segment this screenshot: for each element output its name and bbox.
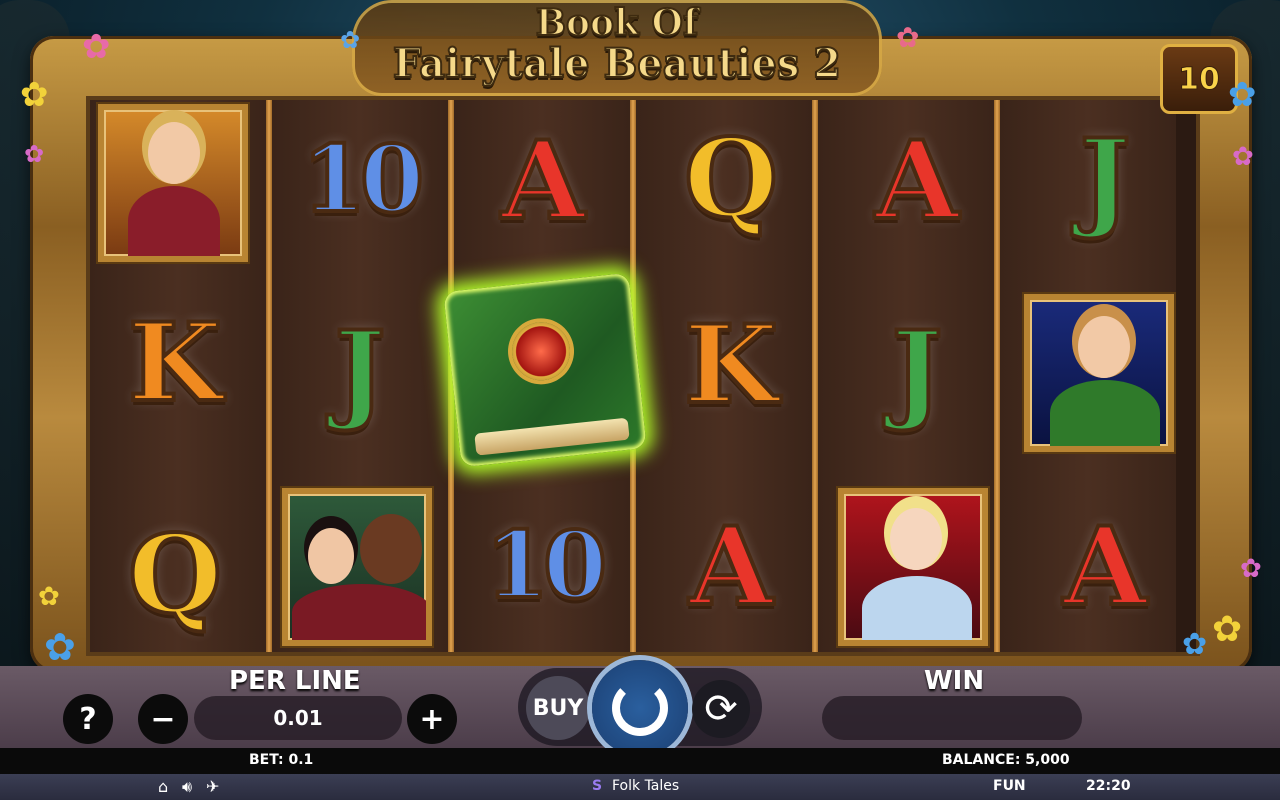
symbol-10: 10 [483, 511, 609, 619]
clock: 22:20 [1086, 778, 1131, 794]
per-line-value: 0.01 [194, 696, 402, 740]
symbol-portrait-cinderella [838, 488, 988, 646]
book-emblem [509, 319, 573, 384]
flower-icon: ✿ [44, 625, 76, 669]
symbol-K: K [126, 300, 224, 426]
decrease-bet-button[interactable]: − [138, 694, 188, 744]
flower-icon: ✿ [340, 26, 361, 54]
symbol-portrait-green-dress [1024, 294, 1174, 452]
symbol-book-scatter [443, 272, 647, 468]
flower-icon: ✿ [38, 582, 60, 612]
balance-readout: BALANCE: 5,000 [942, 752, 1070, 768]
title-line-2: Fairytale Beauties 2 [392, 39, 842, 88]
symbol-A: A [1061, 504, 1149, 630]
symbol-K: K [682, 302, 780, 428]
flower-icon: ✿ [1228, 75, 1257, 115]
symbol-J: J [889, 308, 944, 434]
symbol-A: A [687, 504, 775, 630]
symbol-J: J [332, 308, 387, 434]
book-pages [474, 417, 630, 456]
win-label: WIN [924, 666, 985, 696]
flower-icon: ✿ [20, 75, 49, 115]
symbol-J: J [1077, 116, 1132, 242]
game-title-logo: Book Of Fairytale Beauties 2 [352, 0, 882, 96]
symbol-Q: Q [682, 116, 780, 242]
spin-icon [612, 680, 668, 736]
buy-feature-button[interactable]: BUY [526, 676, 590, 740]
autoplay-button[interactable]: ⟳ [692, 680, 750, 738]
bet-readout: BET: 0.1 [249, 752, 314, 768]
symbol-Q: Q [126, 512, 224, 638]
symbol-portrait-red-riding-hood [98, 104, 248, 262]
mode-label: FUN [993, 778, 1026, 794]
provider-logo-icon: S [592, 778, 603, 794]
paylines-badge: 10 [1160, 44, 1238, 114]
info-bar: BET: 0.1 BALANCE: 5,000 [0, 748, 1280, 774]
flower-icon: ✿ [1240, 554, 1262, 584]
flower-icon: ✿ [24, 140, 45, 168]
flower-icon: ✿ [1212, 609, 1243, 650]
footer-bar: ⌂ 🔊︎ ✈︎ S Folk Tales FUN 22:20 [0, 774, 1280, 800]
title-line-1: Book Of [535, 1, 700, 45]
flower-icon: ✿ [896, 21, 920, 54]
per-line-label: PER LINE [229, 666, 361, 696]
increase-bet-button[interactable]: + [407, 694, 457, 744]
symbol-portrait-beauty-and-beast [282, 488, 432, 646]
home-icon[interactable]: ⌂ [158, 777, 168, 796]
speed-icon[interactable]: ✈︎ [206, 777, 219, 796]
autoplay-icon: ⟳ [704, 686, 738, 732]
spin-button[interactable] [592, 660, 688, 756]
flower-icon: ✿ [1232, 142, 1254, 172]
symbol-10: 10 [300, 125, 426, 233]
help-button[interactable]: ? [63, 694, 113, 744]
win-value [822, 696, 1082, 740]
provider-name: Folk Tales [612, 778, 680, 794]
flower-icon: ✿ [1182, 627, 1208, 662]
symbol-A: A [499, 118, 587, 244]
sound-icon[interactable]: 🔊︎ [182, 777, 192, 797]
flower-icon: ✿ [82, 27, 111, 67]
symbol-A: A [873, 118, 961, 244]
